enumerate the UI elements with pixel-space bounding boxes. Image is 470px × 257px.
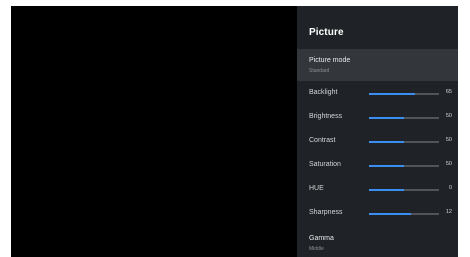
slider-row-brightness[interactable]: Brightness 50 xyxy=(297,111,458,125)
slider-track[interactable] xyxy=(369,213,439,215)
slider-fill xyxy=(369,93,415,95)
slider-fill xyxy=(369,165,404,167)
slider-row-saturation[interactable]: Saturation 50 xyxy=(297,159,458,173)
slider-label: HUE xyxy=(309,185,324,192)
slider-track[interactable] xyxy=(369,141,439,143)
slider-track[interactable] xyxy=(369,93,439,95)
slider-track[interactable] xyxy=(369,165,439,167)
slider-fill xyxy=(369,189,404,191)
slider-fill xyxy=(369,117,404,119)
slider-label: Brightness xyxy=(309,113,343,120)
tv-screen: Picture Picture mode Standard Backlight … xyxy=(11,6,458,257)
picture-settings-panel: Picture Picture mode Standard Backlight … xyxy=(297,6,458,257)
slider-fill xyxy=(369,141,404,143)
slider-row-contrast[interactable]: Contrast 50 xyxy=(297,135,458,149)
slider-value: 50 xyxy=(445,113,452,119)
slider-row-sharpness[interactable]: Sharpness 12 xyxy=(297,207,458,221)
slider-label: Backlight xyxy=(309,89,338,96)
slider-value: 50 xyxy=(445,161,452,167)
slider-value: 0 xyxy=(448,185,452,191)
slider-label: Sharpness xyxy=(309,209,343,216)
slider-label: Saturation xyxy=(309,161,341,168)
slider-track[interactable] xyxy=(369,117,439,119)
gamma-label: Gamma xyxy=(309,235,334,242)
gamma-item[interactable]: Gamma Middle xyxy=(297,230,458,257)
slider-value: 12 xyxy=(445,209,452,215)
slider-value: 65 xyxy=(445,89,452,95)
picture-mode-value: Standard xyxy=(309,68,330,74)
slider-row-hue[interactable]: HUE 0 xyxy=(297,183,458,197)
gamma-value: Middle xyxy=(309,246,324,252)
picture-mode-item[interactable]: Picture mode Standard xyxy=(297,49,458,81)
panel-title: Picture xyxy=(309,27,344,38)
slider-label: Contrast xyxy=(309,137,336,144)
slider-value: 50 xyxy=(445,137,452,143)
picture-mode-label: Picture mode xyxy=(309,57,351,64)
slider-track[interactable] xyxy=(369,189,439,191)
slider-fill xyxy=(369,213,411,215)
slider-row-backlight[interactable]: Backlight 65 xyxy=(297,87,458,101)
